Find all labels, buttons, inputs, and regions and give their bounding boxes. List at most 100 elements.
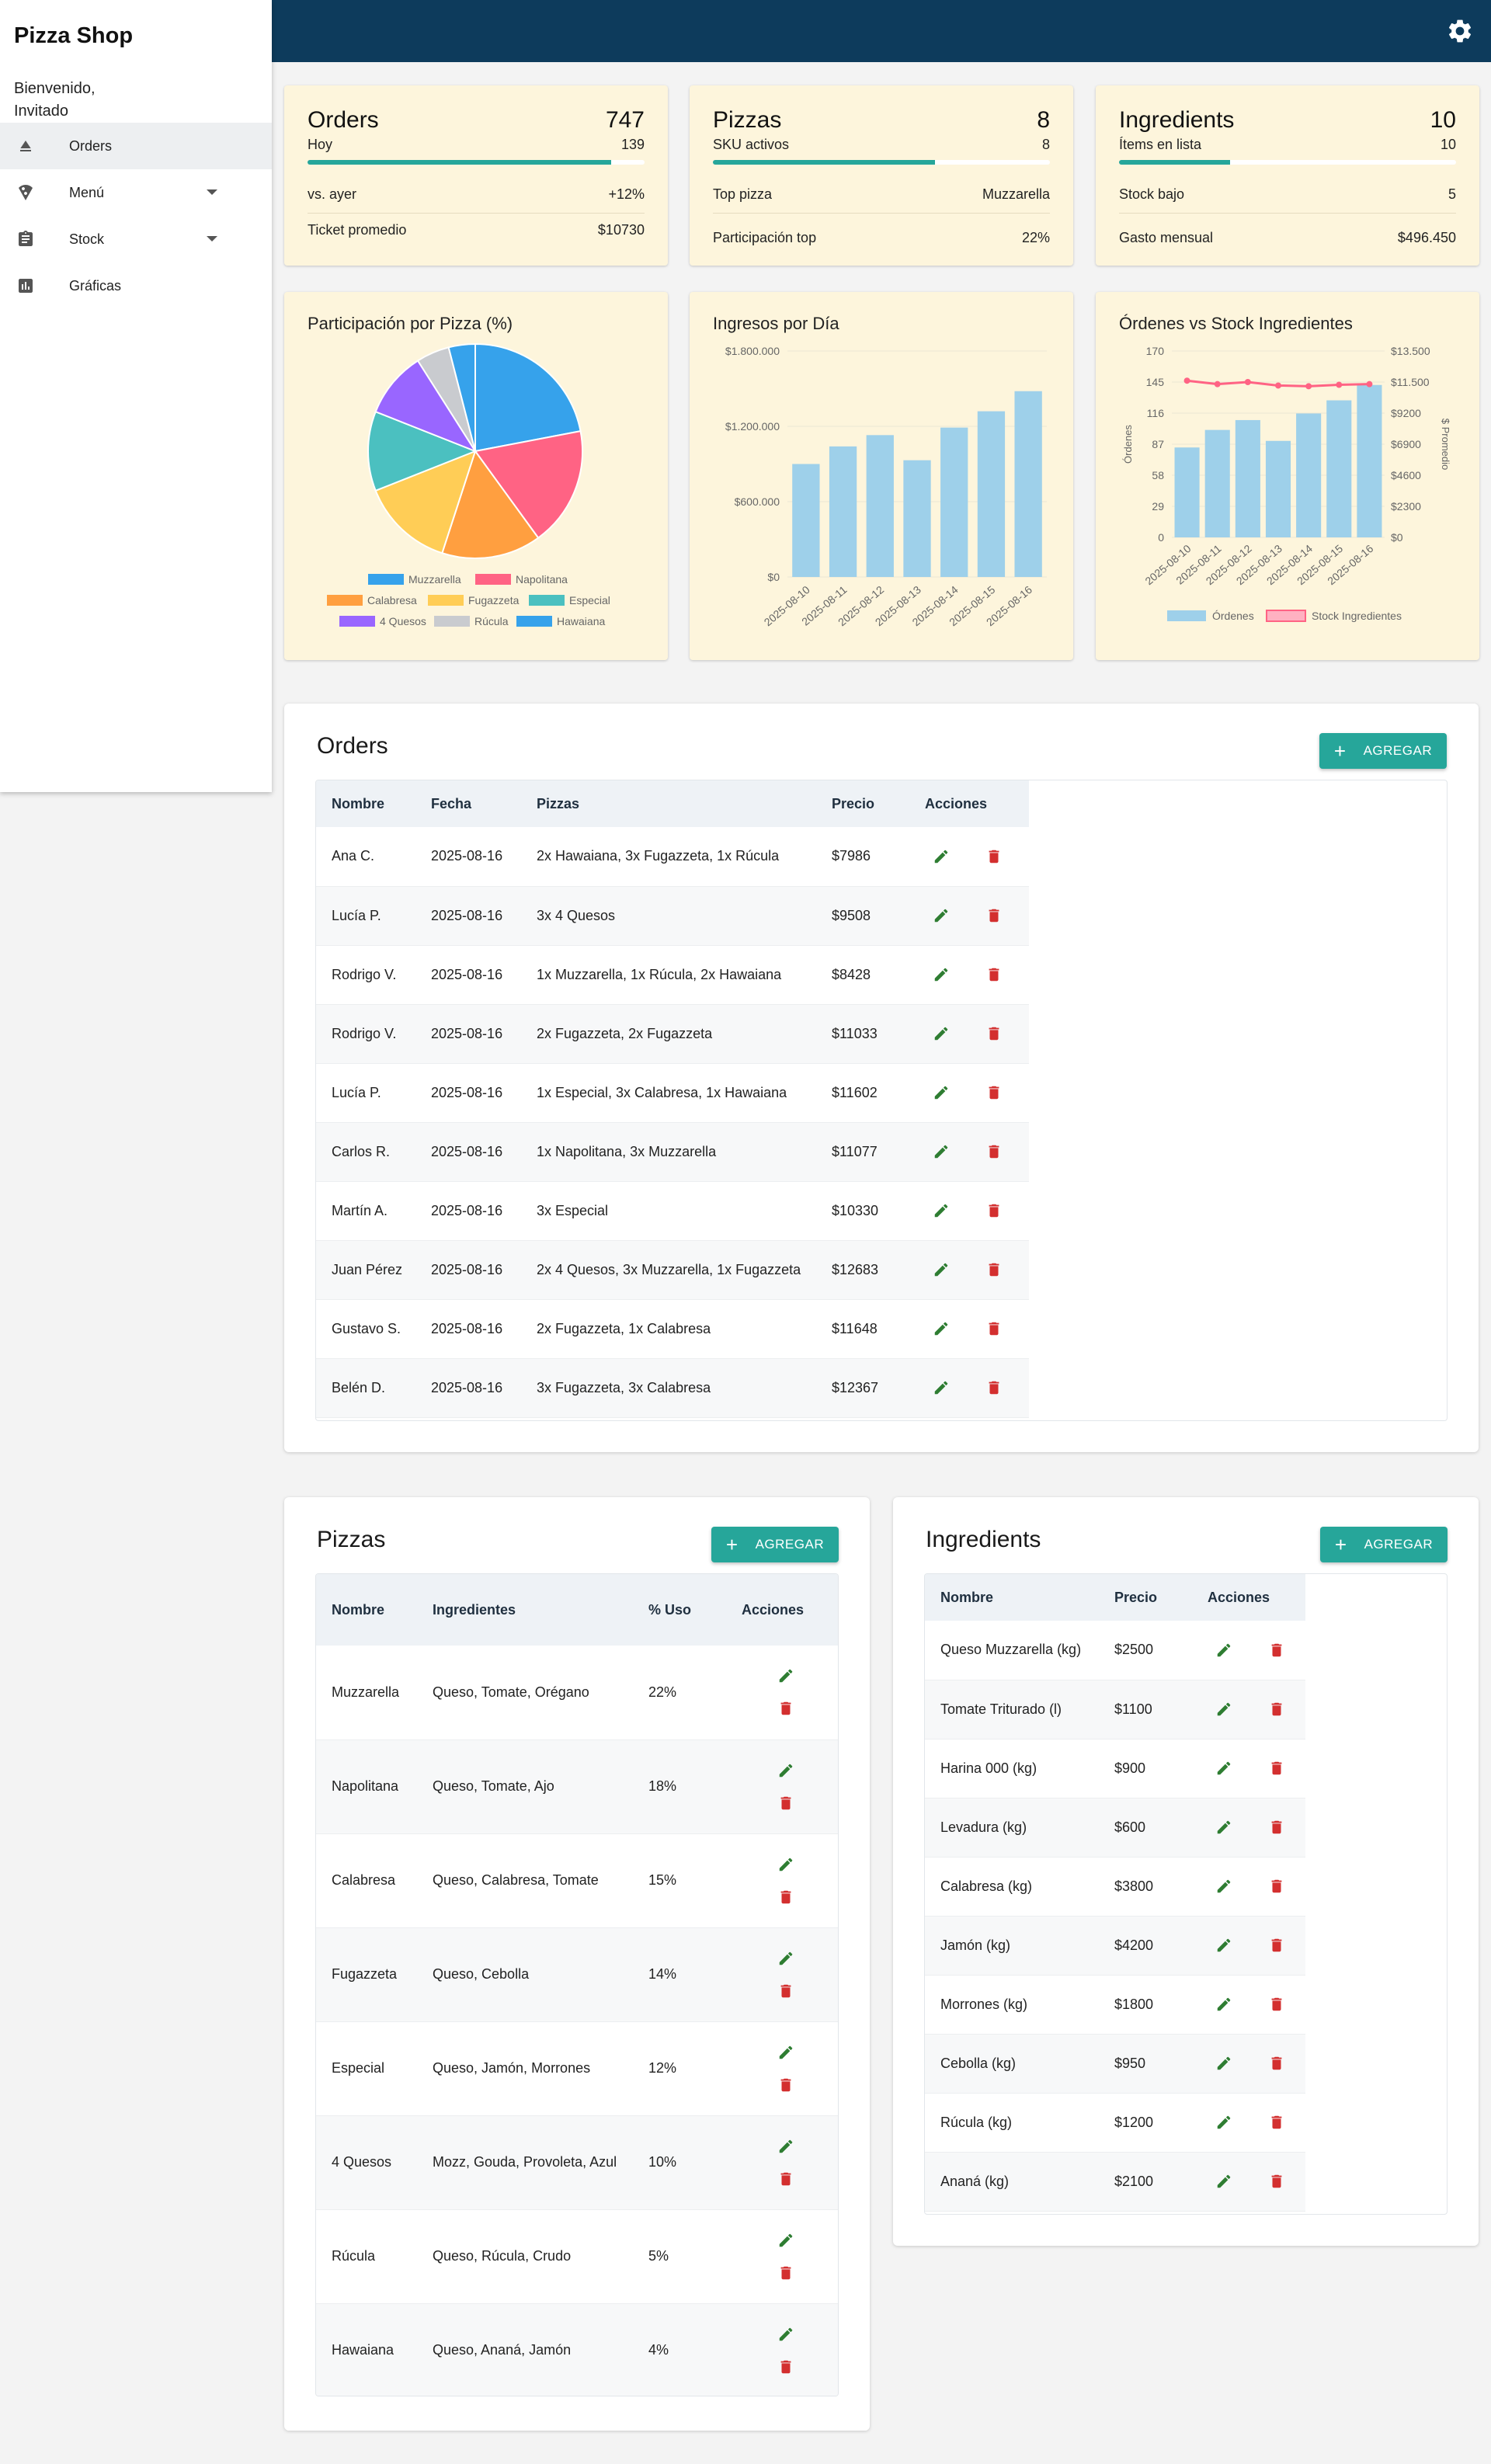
column-header[interactable]: Acciones	[909, 780, 1029, 827]
delete-icon[interactable]	[1268, 2173, 1285, 2190]
edit-icon[interactable]	[1215, 1760, 1232, 1777]
stock-point[interactable]	[1214, 381, 1221, 387]
stock-point[interactable]	[1336, 381, 1343, 388]
chevron-down-icon[interactable]	[207, 236, 217, 242]
orders-bar[interactable]	[1265, 440, 1291, 537]
revenue-bar[interactable]	[792, 464, 820, 578]
edit-icon[interactable]	[933, 848, 950, 865]
delete-icon[interactable]	[1268, 1642, 1285, 1659]
orders-bar[interactable]	[1357, 384, 1382, 537]
edit-icon[interactable]	[777, 1950, 794, 1967]
stock-point[interactable]	[1183, 377, 1190, 384]
orders-bar[interactable]	[1296, 413, 1322, 537]
sidebar-item-orders[interactable]: Orders	[0, 123, 272, 169]
edit-icon[interactable]	[933, 1143, 950, 1160]
stock-point[interactable]	[1305, 383, 1312, 390]
table-row[interactable]: Rodrigo V. 2025-08-16 2x Fugazzeta, 2x Fug…	[316, 1004, 1029, 1063]
table-row[interactable]: Hawaiana Queso, Ananá, Jamón 4%	[316, 2303, 838, 2396]
stock-point[interactable]	[1275, 382, 1281, 389]
column-header[interactable]: Precio	[1099, 1574, 1192, 1621]
column-header[interactable]: Nombre	[316, 780, 415, 827]
table-row[interactable]: Ana C. 2025-08-16 2x Hawaiana, 3x Fugazzet…	[316, 827, 1029, 886]
table-row[interactable]: Calabresa Queso, Calabresa, Tomate 15%	[316, 1833, 838, 1927]
chevron-down-icon[interactable]	[207, 189, 217, 195]
table-row[interactable]: Tomate Triturado (l) $1100	[925, 1680, 1305, 1739]
edit-icon[interactable]	[777, 1762, 794, 1779]
edit-icon[interactable]	[1215, 1819, 1232, 1836]
column-header[interactable]: Nombre	[316, 1574, 417, 1646]
table-row[interactable]: Levadura (kg) $600	[925, 1798, 1305, 1857]
orders-bar[interactable]	[1235, 419, 1260, 537]
table-row[interactable]: Carlos R. 2025-08-16 1x Napolitana, 3x Muz…	[316, 1122, 1029, 1181]
column-header[interactable]: Nombre	[925, 1574, 1099, 1621]
edit-icon[interactable]	[777, 2232, 794, 2249]
table-row[interactable]: Queso Muzzarella (kg) $2500	[925, 1621, 1305, 1680]
edit-icon[interactable]	[933, 1025, 950, 1042]
delete-icon[interactable]	[985, 1143, 1003, 1160]
delete-icon[interactable]	[777, 2264, 794, 2282]
edit-icon[interactable]	[933, 1320, 950, 1337]
table-row[interactable]: Belén D. 2025-08-16 3x Fugazzeta, 3x Calab…	[316, 1358, 1029, 1417]
delete-icon[interactable]	[1268, 1996, 1285, 2013]
column-header[interactable]: Pizzas	[521, 780, 816, 827]
edit-icon[interactable]	[1215, 1937, 1232, 1954]
revenue-bar[interactable]	[829, 446, 857, 577]
table-row[interactable]: Especial Queso, Jamón, Morrones 12%	[316, 2021, 838, 2115]
add-ingredient-button[interactable]: + AGREGAR	[1320, 1527, 1448, 1562]
revenue-bar[interactable]	[903, 460, 931, 577]
delete-icon[interactable]	[985, 1261, 1003, 1278]
delete-icon[interactable]	[985, 848, 1003, 865]
table-row[interactable]: Napolitana Queso, Tomate, Ajo 18%	[316, 1739, 838, 1833]
gear-icon[interactable]	[1446, 17, 1474, 45]
stock-point[interactable]	[1244, 379, 1251, 385]
delete-icon[interactable]	[985, 1320, 1003, 1337]
table-row[interactable]: Rúcula (kg) $1200	[925, 2093, 1305, 2152]
edit-icon[interactable]	[777, 1667, 794, 1684]
orders-bar[interactable]	[1204, 429, 1230, 537]
delete-icon[interactable]	[985, 1084, 1003, 1101]
sidebar-item-menu[interactable]: Menú	[0, 169, 272, 216]
edit-icon[interactable]	[777, 2138, 794, 2155]
column-header[interactable]: Fecha	[415, 780, 521, 827]
add-order-button[interactable]: + AGREGAR	[1319, 733, 1447, 769]
orders-bar[interactable]	[1326, 400, 1352, 537]
delete-icon[interactable]	[1268, 2055, 1285, 2072]
table-row[interactable]: Gustavo S. 2025-08-16 2x Fugazzeta, 1x Cal…	[316, 1299, 1029, 1358]
delete-icon[interactable]	[777, 2077, 794, 2094]
column-header[interactable]: % Uso	[633, 1574, 726, 1646]
edit-icon[interactable]	[1215, 2173, 1232, 2190]
edit-icon[interactable]	[933, 1084, 950, 1101]
table-row[interactable]: 4 Quesos Mozz, Gouda, Provoleta, Azul 10%	[316, 2115, 838, 2209]
delete-icon[interactable]	[1268, 1937, 1285, 1954]
table-row[interactable]: Cebolla (kg) $950	[925, 2034, 1305, 2093]
table-row[interactable]: Jamón (kg) $4200	[925, 1916, 1305, 1975]
column-header[interactable]: Acciones	[1192, 1574, 1305, 1621]
revenue-bar[interactable]	[940, 427, 968, 577]
edit-icon[interactable]	[1215, 1878, 1232, 1895]
edit-icon[interactable]	[1215, 1642, 1232, 1659]
edit-icon[interactable]	[777, 1856, 794, 1873]
edit-icon[interactable]	[1215, 1701, 1232, 1718]
table-row[interactable]: Lucía P. 2025-08-16 1x Especial, 3x Calabr…	[316, 1063, 1029, 1122]
table-row[interactable]: Martín A. 2025-08-16 3x Especial $10330	[316, 1181, 1029, 1240]
edit-icon[interactable]	[933, 1261, 950, 1278]
delete-icon[interactable]	[1268, 2114, 1285, 2131]
delete-icon[interactable]	[985, 1379, 1003, 1396]
table-row[interactable]: Calabresa (kg) $3800	[925, 1857, 1305, 1916]
delete-icon[interactable]	[985, 1025, 1003, 1042]
edit-icon[interactable]	[933, 907, 950, 924]
edit-icon[interactable]	[933, 1379, 950, 1396]
edit-icon[interactable]	[933, 966, 950, 983]
delete-icon[interactable]	[985, 1202, 1003, 1219]
table-row[interactable]: Rodrigo V. 2025-08-16 1x Muzzarella, 1x Rú…	[316, 945, 1029, 1004]
stock-point[interactable]	[1366, 381, 1373, 387]
delete-icon[interactable]	[1268, 1701, 1285, 1718]
table-row[interactable]: Ananá (kg) $2100	[925, 2152, 1305, 2211]
delete-icon[interactable]	[1268, 1760, 1285, 1777]
delete-icon[interactable]	[1268, 1819, 1285, 1836]
table-row[interactable]: Lucía P. 2025-08-16 3x 4 Quesos $9508	[316, 886, 1029, 945]
revenue-bar[interactable]	[1014, 391, 1042, 577]
delete-icon[interactable]	[985, 966, 1003, 983]
delete-icon[interactable]	[985, 907, 1003, 924]
sidebar-item-stock[interactable]: Stock	[0, 216, 272, 262]
